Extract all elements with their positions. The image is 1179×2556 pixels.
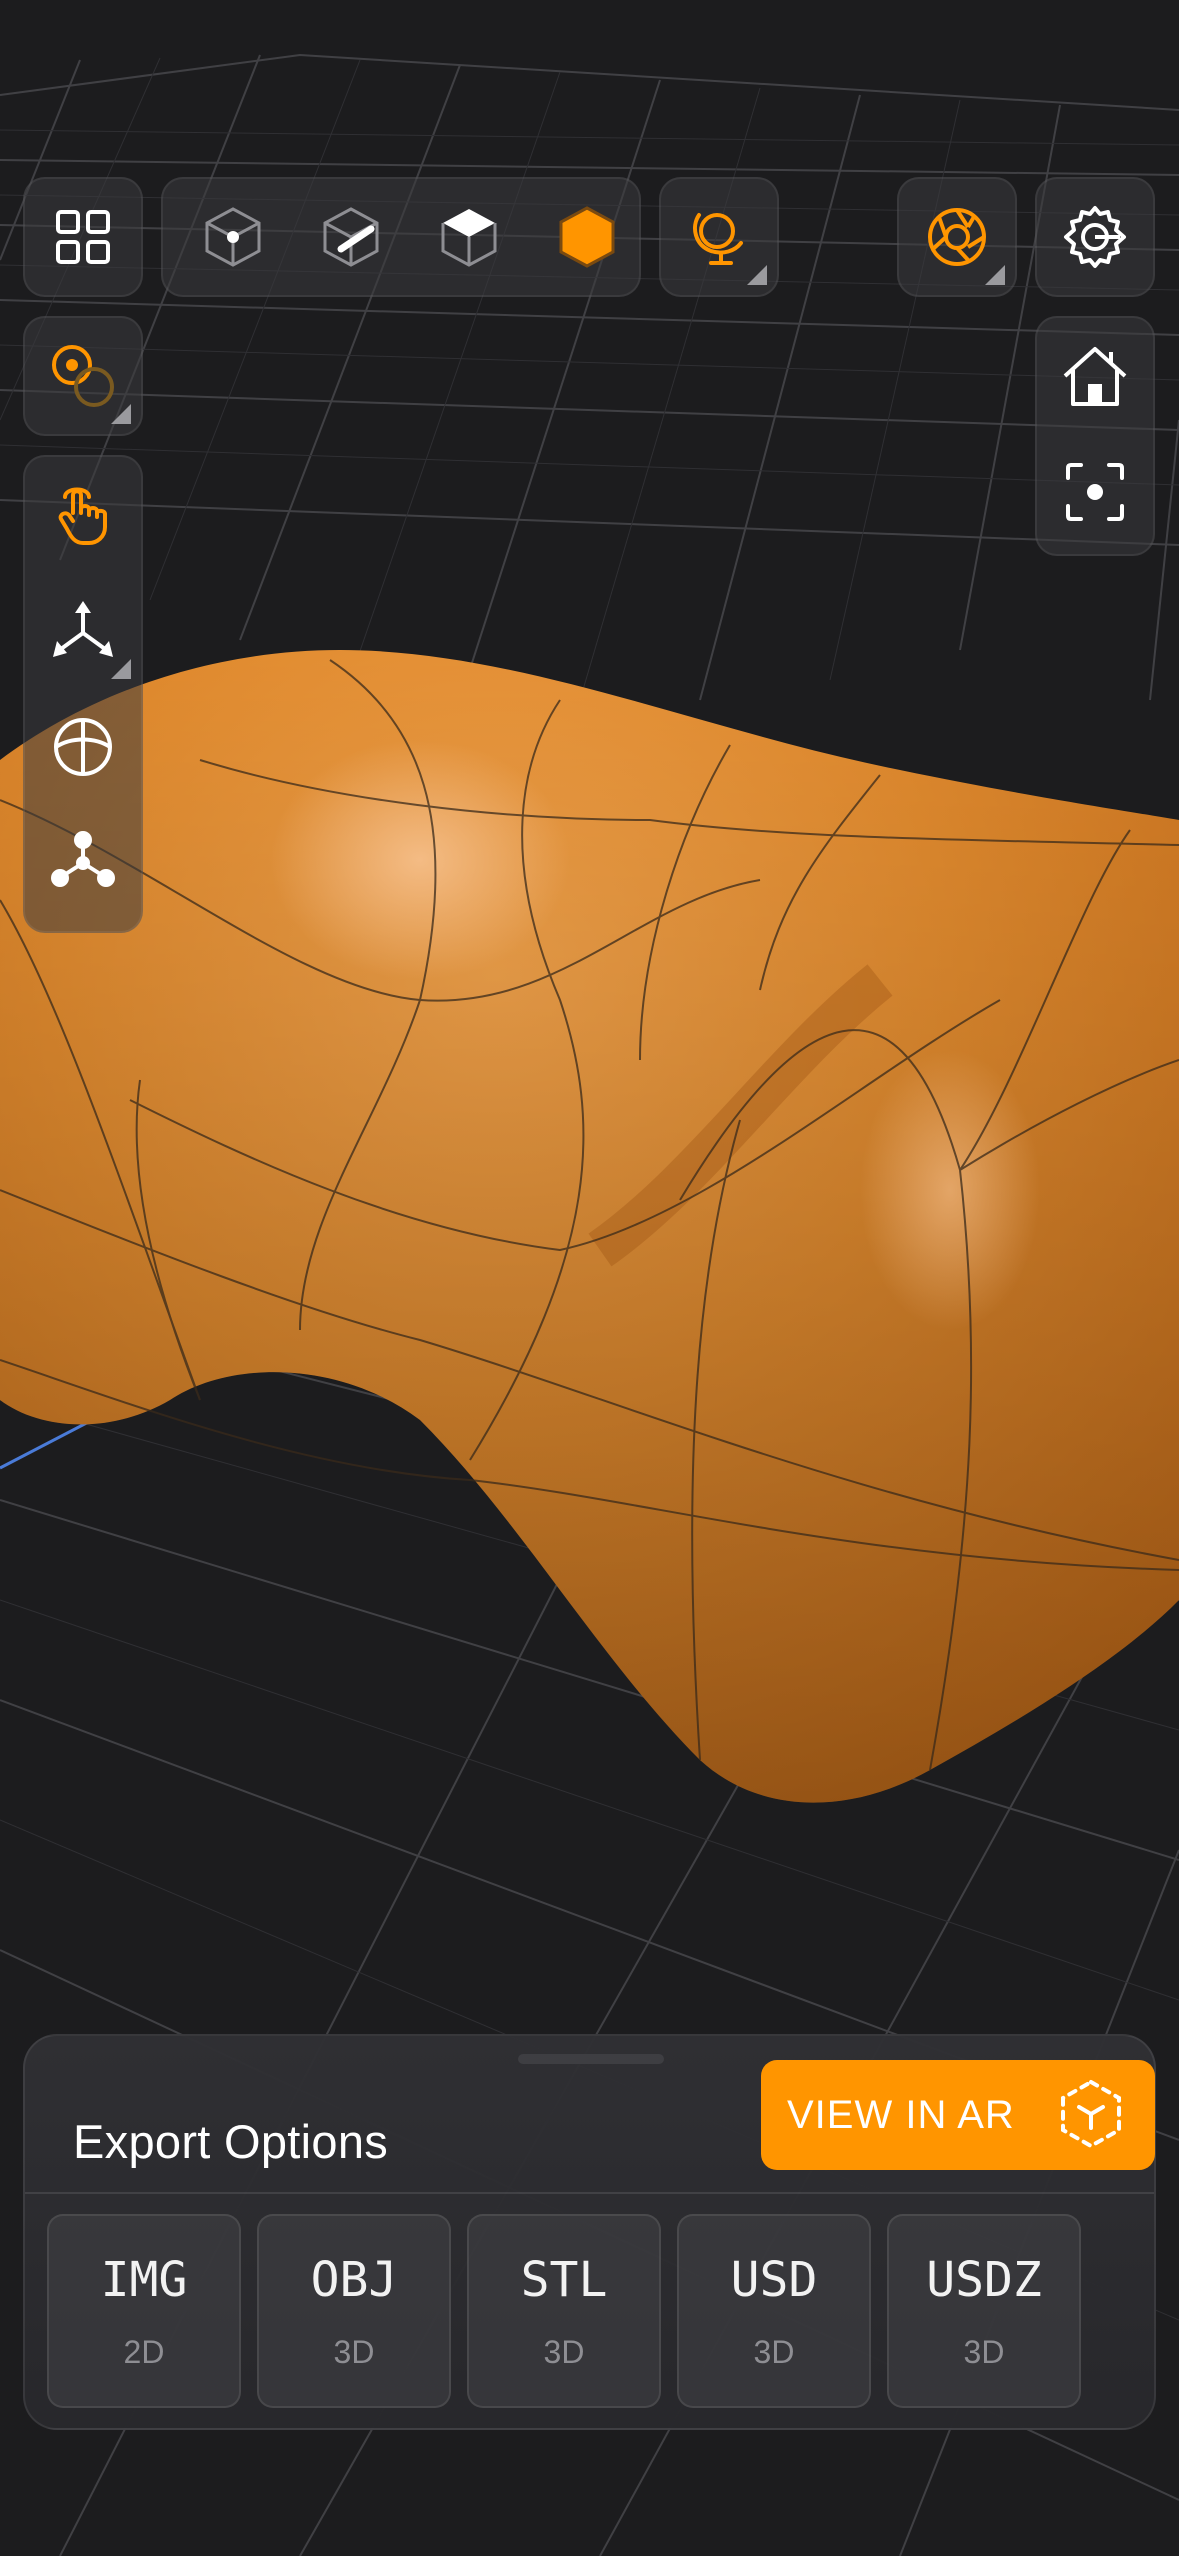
export-format-img[interactable]: IMG 2D [47, 2214, 241, 2408]
vertex-mode-icon [205, 207, 261, 267]
rotate-tool-button[interactable] [25, 689, 141, 805]
scale-nodes-icon [51, 831, 115, 887]
format-dimension: 2D [123, 2334, 165, 2370]
view-panel [1035, 316, 1155, 556]
object-mode-button[interactable] [529, 179, 645, 295]
pivot-origin-icon [52, 345, 114, 407]
transform-tools-panel [23, 455, 143, 933]
format-dimension: 3D [543, 2334, 585, 2370]
touch-select-button[interactable] [25, 457, 141, 573]
camera-aperture-icon [928, 208, 986, 266]
format-name: USDZ [926, 2252, 1042, 2308]
export-format-usdz[interactable]: USDZ 3D [887, 2214, 1081, 2408]
object-mode-icon [559, 206, 615, 268]
face-mode-icon [441, 209, 497, 267]
camera-button[interactable] [899, 179, 1015, 295]
home-view-button[interactable] [1037, 318, 1153, 434]
orange-blob-model[interactable] [0, 650, 1179, 1803]
camera-panel [897, 177, 1017, 297]
scale-tool-button[interactable] [25, 805, 141, 921]
pivot-button[interactable] [25, 318, 141, 434]
grid-menu-icon [56, 210, 110, 264]
move-gizmo-icon [53, 601, 113, 657]
settings-panel [1035, 177, 1155, 297]
focus-frame-icon [1066, 463, 1124, 521]
sheet-divider [25, 2192, 1154, 2194]
format-name: OBJ [310, 2252, 398, 2308]
touch-select-icon [58, 487, 107, 545]
format-name: STL [520, 2252, 608, 2308]
export-options-title: Export Options [73, 2114, 389, 2168]
menu-panel [23, 177, 143, 297]
view-in-ar-label: VIEW IN AR [787, 2092, 1015, 2137]
format-name: USD [730, 2252, 818, 2308]
environment-panel [659, 177, 779, 297]
ar-cube-icon [1061, 2079, 1121, 2149]
format-dimension: 3D [963, 2334, 1005, 2370]
environment-globe-icon [693, 213, 743, 265]
export-format-obj[interactable]: OBJ 3D [257, 2214, 451, 2408]
vertex-mode-button[interactable] [175, 179, 291, 295]
sheet-grabber[interactable] [518, 2054, 664, 2064]
rotate-sphere-icon [54, 718, 112, 776]
grid-menu-button[interactable] [25, 179, 141, 295]
face-mode-button[interactable] [411, 179, 527, 295]
focus-frame-button[interactable] [1037, 434, 1153, 550]
selection-mode-panel [161, 177, 641, 297]
edge-mode-icon [323, 207, 379, 267]
view-in-ar-button[interactable]: VIEW IN AR [761, 2060, 1155, 2170]
home-view-icon [1063, 347, 1127, 406]
pivot-panel [23, 316, 143, 436]
export-format-stl[interactable]: STL 3D [467, 2214, 661, 2408]
export-options-sheet: Export Options VIEW IN AR IMG 2D OBJ 3D … [23, 2034, 1156, 2430]
edge-mode-button[interactable] [293, 179, 409, 295]
format-name: IMG [100, 2252, 188, 2308]
settings-gear-icon [1064, 206, 1126, 268]
settings-button[interactable] [1037, 179, 1153, 295]
format-dimension: 3D [333, 2334, 375, 2370]
move-tool-button[interactable] [25, 573, 141, 689]
export-format-usd[interactable]: USD 3D [677, 2214, 871, 2408]
environment-button[interactable] [661, 179, 777, 295]
format-dimension: 3D [753, 2334, 795, 2370]
